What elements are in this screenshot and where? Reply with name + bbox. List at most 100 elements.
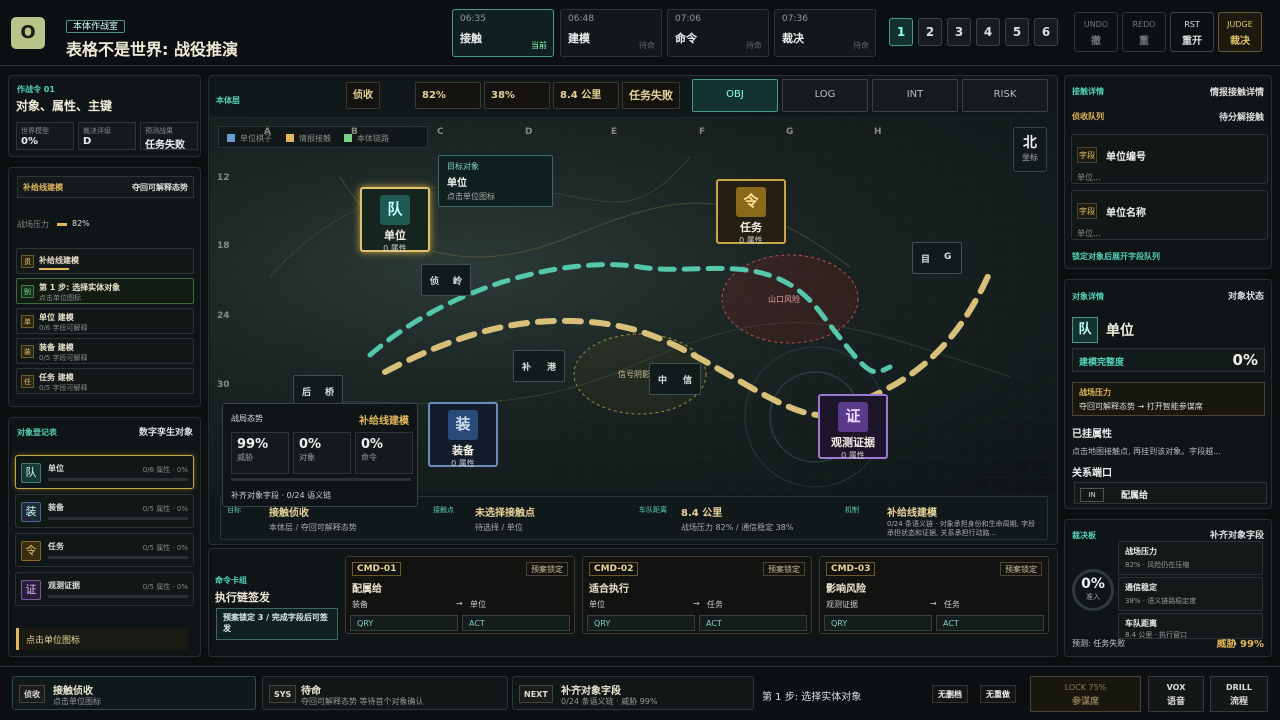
query-button[interactable]: QRY	[824, 615, 932, 631]
drill-button[interactable]: DRILL 流程	[1210, 676, 1268, 712]
legend-label: 本体链路	[357, 134, 389, 143]
tab-int[interactable]: INT	[872, 79, 958, 112]
orders-subtitle: 执行链签发	[215, 591, 270, 604]
order-card-1[interactable]: CMD-01 预案锁定 配属给 装备 → 单位 QRY ACT	[345, 556, 575, 634]
strip-sub: 0/24 条语义链 · 对象承担身份和生命周期, 字段承担状态和证据, 关系承担…	[887, 520, 1036, 537]
evidence-icon: 证	[21, 580, 41, 600]
status-key: 侦收	[19, 685, 45, 703]
unit-name: 观测证据	[831, 436, 875, 449]
grid-col-label: D	[525, 127, 533, 137]
step-sub: 0/5 字段可解释	[39, 384, 88, 392]
legend-swatch-unit	[227, 134, 235, 142]
phase-judge[interactable]: 07:36 裁决 待命	[774, 9, 876, 57]
status-title: 补齐对象字段	[561, 686, 621, 697]
pressure-card: 战场压力 夺回可解释态势 → 打开智能参谋席	[1072, 382, 1265, 416]
registry-count: 0/5 属性 · 0%	[142, 505, 188, 513]
step-button-3[interactable]: 3	[947, 18, 971, 46]
map-marker-relay[interactable]: 中信	[649, 363, 701, 395]
arrow-right-icon: →	[693, 599, 700, 608]
status-key: NEXT	[519, 685, 553, 703]
strip-key: 车队距离	[639, 506, 667, 514]
step-item-task[interactable]: 任任务 建模 0/5 字段可解释	[16, 368, 194, 394]
step-button-1[interactable]: 1	[889, 18, 913, 46]
unit-attrs: 0 属性	[739, 236, 763, 245]
act-button[interactable]: ACT	[936, 615, 1044, 631]
step-button-6[interactable]: 6	[1034, 18, 1058, 46]
arrow-right-icon: →	[456, 599, 463, 608]
phase-model[interactable]: 06:48 建模 待命	[560, 9, 662, 57]
field-card-unit-name[interactable]: 字段 单位名称 单位...	[1071, 190, 1268, 240]
voice-button[interactable]: VOX 语音	[1148, 676, 1204, 712]
step-button-5[interactable]: 5	[1005, 18, 1029, 46]
map-unit-task[interactable]: 令 任务 0 属性	[716, 179, 786, 245]
status-next[interactable]: NEXT 补齐对象字段 0/24 条语义链 · 威胁 99%	[512, 676, 754, 710]
judge-label: JUDGE	[1227, 20, 1253, 29]
status-system[interactable]: SYS 待命 夺回可解释态势 等待首个对象确认	[262, 676, 508, 710]
step-item-equipment[interactable]: 装装备 建模 0/5 字段可解释	[16, 338, 194, 364]
metric-object: 0% 对象	[293, 432, 351, 474]
map-unit-unit[interactable]: 队 单位 0 属性	[360, 187, 430, 253]
marker-label: 港	[547, 363, 557, 373]
field-badge: 字段	[1077, 203, 1097, 219]
order-from: 观测证据	[826, 600, 858, 609]
metric-label: 威胁	[237, 453, 253, 462]
lock-staff-button[interactable]: LOCK 75% 参谋席	[1030, 676, 1141, 712]
judge-button[interactable]: JUDGE 裁决	[1218, 12, 1262, 52]
registry-count: 0/5 属性 · 0%	[142, 583, 188, 591]
stat-forecast: 预测战果 任务失败	[140, 122, 198, 151]
status-title: 待命	[301, 686, 321, 697]
marker-label: 信	[683, 376, 693, 386]
phase-contact[interactable]: 06:35 接触 当前	[452, 9, 554, 57]
status-sub: 0/24 条语义链 · 威胁 99%	[561, 697, 658, 706]
phase-order[interactable]: 07:06 命令 待命	[667, 9, 769, 57]
map-marker-target[interactable]: 目G	[912, 242, 962, 274]
query-button[interactable]: QRY	[587, 615, 695, 631]
field-name: 单位编号	[1106, 152, 1146, 163]
chip-detect: 侦收	[346, 82, 380, 109]
operation-card: 作战令 01 对象、属性、主键 世界模型 0% 裁决评级 D 预测战果 任务失败	[8, 75, 201, 157]
pressure-bar	[57, 223, 67, 226]
unit-icon: 队	[1072, 317, 1098, 343]
voice-label: VOX	[1166, 683, 1186, 692]
step-button-4[interactable]: 4	[976, 18, 1000, 46]
map-marker-port[interactable]: 补港	[513, 350, 565, 382]
tab-obj[interactable]: OBJ	[692, 79, 778, 112]
map-marker-ridge[interactable]: 侦岭	[421, 264, 471, 296]
undo-button[interactable]: UNDO 撤	[1074, 12, 1118, 52]
field-card-unit-id[interactable]: 字段 单位编号 单位...	[1071, 134, 1268, 184]
reset-button[interactable]: RST 重开	[1170, 12, 1214, 52]
step-button-2[interactable]: 2	[918, 18, 942, 46]
tab-risk[interactable]: RISK	[962, 79, 1048, 112]
phase-time: 06:35	[460, 14, 486, 24]
registry-item-unit[interactable]: 队单位 0/6 属性 · 0%	[15, 455, 194, 489]
query-button[interactable]: QRY	[350, 615, 458, 631]
judge-item-title: 车队距离	[1125, 619, 1157, 628]
registry-item-equipment[interactable]: 装装备 0/5 属性 · 0%	[15, 494, 194, 528]
registry-item-task[interactable]: 令任务 0/5 属性 · 0%	[15, 533, 194, 567]
order-card-2[interactable]: CMD-02 预案锁定 适合执行 单位 → 任务 QRY ACT	[582, 556, 812, 634]
grid-row-label: 24	[217, 311, 230, 321]
registry-item-evidence[interactable]: 证观测证据 0/5 属性 · 0%	[15, 572, 194, 606]
layer-label: 本体层	[216, 96, 240, 105]
port-row[interactable]: IN 配属给	[1074, 482, 1267, 504]
step-item-chain[interactable]: 贯补给线建模	[16, 248, 194, 274]
drill-label: DRILL	[1226, 683, 1252, 692]
act-button[interactable]: ACT	[462, 615, 570, 631]
completeness-row: 建模完整度 0%	[1072, 348, 1265, 372]
compass-button[interactable]: 北 坐标	[1013, 127, 1047, 172]
hint-bar: 点击单位图标	[16, 628, 188, 650]
attr-sub: 点击地图接触点, 再挂到该对象。字段越...	[1072, 447, 1221, 456]
map-unit-equipment[interactable]: 装 装备 0 属性	[428, 402, 498, 468]
step-item-unit[interactable]: 单单位 建模 0/6 字段可解释	[16, 308, 194, 334]
undo-sub: 撤	[1091, 36, 1101, 47]
map-unit-evidence[interactable]: 证 观测证据 0 属性	[818, 394, 888, 460]
order-card-3[interactable]: CMD-03 预案锁定 影响风险 观测证据 → 任务 QRY ACT	[819, 556, 1049, 634]
act-button[interactable]: ACT	[699, 615, 807, 631]
no-save-pill: 无删档	[932, 685, 968, 703]
tab-log[interactable]: LOG	[782, 79, 868, 112]
step-item-select[interactable]: 别第 1 步: 选择实体对象 点击单位图标	[16, 278, 194, 304]
grid-col-label: A	[264, 127, 271, 137]
redo-button[interactable]: REDO 重	[1122, 12, 1166, 52]
unit-attrs: 0 属性	[841, 451, 865, 460]
status-detect[interactable]: 侦收 接触侦收 点击单位图标	[12, 676, 256, 710]
